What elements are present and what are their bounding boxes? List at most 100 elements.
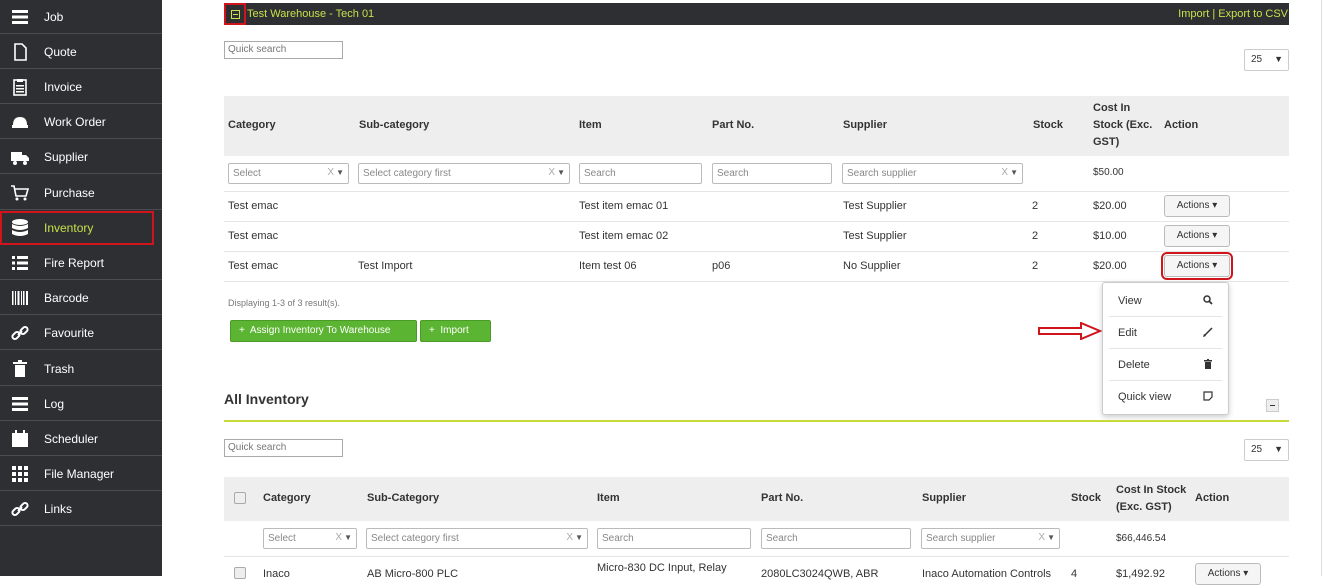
search-icon: [1203, 295, 1213, 305]
row3-category: Test emac: [228, 260, 279, 272]
col-item[interactable]: Item: [597, 490, 620, 507]
sidebar-item-barcode[interactable]: Barcode: [0, 281, 162, 315]
select-all-checkbox[interactable]: [234, 492, 246, 504]
subcategory-filter-all[interactable]: Select category first X ▼: [366, 528, 588, 549]
menu-item-quick-view[interactable]: Quick view: [1103, 380, 1228, 412]
caret-down-icon: ▼: [1274, 444, 1283, 454]
sidebar-item-scheduler[interactable]: Scheduler: [0, 422, 162, 456]
sidebar-item-links[interactable]: Links: [0, 492, 162, 526]
collapse-all-inventory-button[interactable]: [1266, 399, 1279, 412]
scroll-edge: [1321, 0, 1322, 576]
row1-cost: $20.00: [1093, 200, 1127, 212]
sidebar-item-favourite[interactable]: Favourite: [0, 316, 162, 350]
row1-supplier: Test Supplier: [843, 200, 907, 212]
item-search-input-all[interactable]: Search: [597, 528, 751, 549]
assign-inventory-button[interactable]: + Assign Inventory To Warehouse: [230, 320, 417, 342]
clear-icon[interactable]: X: [566, 532, 573, 543]
col-action: Action: [1195, 492, 1230, 504]
col-partno[interactable]: Part No.: [712, 117, 754, 134]
col-category[interactable]: Category: [228, 117, 276, 134]
sidebar-item-invoice[interactable]: Invoice: [0, 70, 162, 104]
col-supplier[interactable]: Supplier: [843, 117, 887, 134]
sidebar-item-work-order[interactable]: Work Order: [0, 105, 162, 139]
col-stock[interactable]: Stock: [1071, 490, 1101, 507]
subcategory-filter[interactable]: Select category first X ▼: [358, 163, 570, 184]
row3-item: Item test 06: [579, 260, 637, 272]
all-row1-partno: 2080LC3024QWB, ABR: [761, 568, 879, 580]
partno-search-input[interactable]: Search: [712, 163, 832, 184]
clear-icon[interactable]: X: [1038, 532, 1045, 543]
supplier-filter[interactable]: Search supplier X ▼: [842, 163, 1023, 184]
category-filter-placeholder: Select: [233, 168, 261, 179]
col-supplier[interactable]: Supplier: [922, 490, 966, 507]
row2-item: Test item emac 02: [579, 230, 669, 242]
all-row1-stock: 4: [1071, 568, 1078, 580]
import-export-links[interactable]: Import | Export to CSV: [1178, 8, 1288, 20]
sidebar-item-label: Barcode: [44, 290, 89, 305]
sidebar-item-purchase[interactable]: Purchase: [0, 176, 162, 210]
sidebar-item-label: Fire Report: [44, 255, 105, 270]
col-category[interactable]: Category: [263, 490, 311, 507]
sidebar-item-job[interactable]: Job: [0, 0, 162, 34]
clear-icon[interactable]: X: [548, 167, 555, 178]
import-button[interactable]: + Import: [420, 320, 491, 342]
sidebar-item-file-manager[interactable]: File Manager: [0, 457, 162, 491]
sidebar-item-label: Work Order: [44, 114, 106, 129]
caret-down-icon: ▼: [575, 533, 583, 542]
menu-edit-label: Edit: [1118, 327, 1137, 339]
sidebar-item-log[interactable]: Log: [0, 387, 162, 421]
pencil-icon: [1203, 327, 1213, 337]
menu-quick-view-label: Quick view: [1118, 391, 1172, 403]
col-subcategory[interactable]: Sub-category: [359, 117, 429, 134]
clear-icon[interactable]: X: [327, 167, 334, 178]
row-checkbox[interactable]: [234, 567, 246, 579]
menu-item-view[interactable]: View: [1103, 284, 1228, 316]
list-icon: [0, 253, 40, 273]
row3-stock: 2: [1032, 260, 1039, 272]
clear-icon[interactable]: X: [1001, 167, 1008, 178]
partno-search-input-all[interactable]: Search: [761, 528, 911, 549]
row1-stock: 2: [1032, 200, 1039, 212]
supplier-filter-all[interactable]: Search supplier X ▼: [921, 528, 1060, 549]
truck-icon: [0, 147, 40, 167]
row3-actions-button[interactable]: Actions ▾: [1161, 252, 1233, 280]
all-row1-cost: $1,492.92: [1116, 568, 1165, 580]
sidebar-item-fire-report[interactable]: Fire Report: [0, 246, 162, 280]
menu-item-edit[interactable]: Edit: [1103, 316, 1228, 348]
col-cost[interactable]: Cost In Stock (Exc. GST): [1093, 100, 1155, 151]
subcategory-filter-placeholder: Select category first: [363, 168, 451, 179]
sidebar-item-label: Log: [44, 396, 65, 411]
item-search-input[interactable]: Search: [579, 163, 702, 184]
actions-label: Actions: [1176, 200, 1210, 211]
quick-search-input[interactable]: Quick search: [224, 41, 343, 59]
sidebar-item-quote[interactable]: Quote: [0, 35, 162, 69]
divider: [224, 191, 1289, 192]
hardhat-icon: [0, 112, 40, 132]
row1-actions-button[interactable]: Actions ▾: [1164, 195, 1230, 217]
page-size-select-all[interactable]: 25 ▼: [1244, 439, 1289, 461]
sidebar-item-supplier[interactable]: Supplier: [0, 140, 162, 174]
quick-search-input-all[interactable]: Quick search: [224, 439, 343, 457]
trash-icon: [0, 359, 40, 379]
col-subcategory[interactable]: Sub-Category: [367, 490, 439, 507]
sidebar-item-inventory[interactable]: Inventory: [0, 211, 154, 245]
sidebar-item-label: Links: [44, 501, 73, 516]
col-cost[interactable]: Cost In Stock (Exc. GST): [1116, 482, 1191, 516]
clear-icon[interactable]: X: [335, 532, 342, 543]
category-filter-all[interactable]: Select X ▼: [263, 528, 357, 549]
col-stock[interactable]: Stock: [1033, 117, 1063, 134]
all-row1-actions-button[interactable]: Actions ▾: [1195, 563, 1261, 585]
sidebar-item-trash[interactable]: Trash: [0, 352, 162, 386]
cart-icon: [0, 183, 40, 203]
row3-partno: p06: [712, 260, 731, 272]
menu-item-delete[interactable]: Delete: [1103, 348, 1228, 380]
page-size-select[interactable]: 25 ▼: [1244, 49, 1289, 71]
barcode-icon: [0, 288, 40, 308]
category-filter[interactable]: Select X ▼: [228, 163, 349, 184]
menu-view-label: View: [1118, 295, 1142, 307]
col-partno[interactable]: Part No.: [761, 490, 803, 507]
col-item[interactable]: Item: [579, 117, 602, 134]
warehouse-title: Test Warehouse - Tech 01: [247, 8, 375, 20]
row2-actions-button[interactable]: Actions ▾: [1164, 225, 1230, 247]
collapse-warehouse-button[interactable]: [224, 3, 246, 25]
